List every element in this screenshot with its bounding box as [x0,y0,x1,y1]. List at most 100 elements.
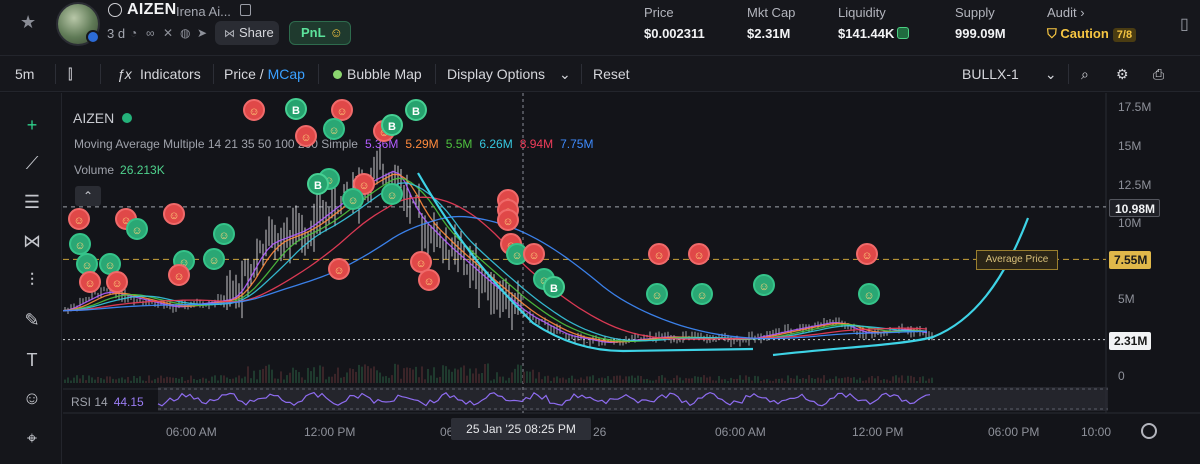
holder-bubble-icon[interactable]: ☺ [69,233,91,255]
price-option[interactable]: Price [224,66,256,82]
volume-bar [79,378,81,383]
sell-bubble-icon[interactable]: ☺ [688,243,710,265]
x-twitter-icon[interactable]: ✕ [163,26,173,40]
volume-bar [547,375,549,383]
telegram-icon[interactable]: ➤ [197,26,207,40]
sell-bubble-icon[interactable]: ☺ [523,243,545,265]
stat-audit[interactable]: Audit › ⛉ Caution 7/8 [1047,5,1137,42]
volume-bar [97,376,99,383]
sell-bubble-icon[interactable]: ☺ [418,269,440,291]
holder-bubble-icon[interactable]: ☺ [753,274,775,296]
sell-bubble-icon[interactable]: ☺ [79,271,101,293]
stat-liquidity-value-row: $141.44K [838,26,910,41]
sell-bubble-icon[interactable]: ☺ [163,203,185,225]
buy-bubble-icon[interactable]: B [285,98,307,120]
crosshair-tool-icon[interactable]: + [20,113,44,137]
volume-bar [757,376,759,383]
volume-bar [157,377,159,383]
holder-bubble-icon[interactable]: ☺ [691,283,713,305]
pnl-button[interactable]: PnL ☺ [289,21,351,45]
volume-bar [202,377,204,383]
holder-bubble-icon[interactable]: ☺ [342,188,364,210]
volume-bar [634,377,636,383]
holder-bubble-icon[interactable]: ☺ [203,248,225,270]
ma-value: 5.5M [445,137,473,151]
buy-bubble-icon[interactable]: B [307,173,329,195]
volume-bar [385,376,387,383]
candle-type-icon[interactable]: ⫿ [68,66,72,83]
volume-bar [433,367,435,383]
holder-bubble-icon[interactable]: ☺ [126,218,148,240]
volume-bar [739,375,741,383]
source-selector[interactable]: BULLX-1 ⌄ [962,66,1057,83]
buy-bubble-icon[interactable]: B [543,276,565,298]
price-chart[interactable]: AIZEN Moving Average Multiple 14 21 35 5… [63,93,1200,464]
volume-bar [514,368,516,383]
sell-bubble-icon[interactable]: ☺ [497,209,519,231]
sell-bubble-icon[interactable]: ☺ [243,99,265,121]
interval-selector[interactable]: 5m [15,66,34,82]
share-button[interactable]: ⋈ Share [215,21,279,45]
volume-bar [352,369,354,383]
sell-bubble-icon[interactable]: ☺ [295,125,317,147]
volume-bar [535,378,537,383]
settings-gear-icon[interactable]: ⚙ [1116,66,1129,83]
bubble-map-button[interactable]: Bubble Map [333,66,422,82]
volume-bar [907,375,909,383]
sell-bubble-icon[interactable]: ☺ [68,208,90,230]
brush-tool-icon[interactable]: ✎ [20,308,44,332]
volume-bar [88,375,90,383]
copy-icon[interactable] [240,4,251,16]
holder-bubble-icon[interactable]: ☺ [381,183,403,205]
link-icon[interactable]: ∞ [146,26,155,40]
text-tool-icon[interactable]: T [20,348,44,372]
sell-bubble-icon[interactable]: ☺ [168,264,190,286]
emoji-tool-icon[interactable]: ☺ [20,386,44,410]
x-tick: 06:00 PM [988,425,1040,439]
holder-bubble-icon[interactable]: ☺ [858,283,880,305]
zoom-search-icon[interactable]: ⌕ [1081,66,1089,83]
buy-bubble-icon[interactable]: B [381,114,403,136]
volume-bar [808,375,810,383]
camera-icon[interactable]: ⎙ [1153,66,1164,83]
indicators-button[interactable]: Indicators [140,66,201,82]
collapse-legend-button[interactable]: ⌃ [75,186,101,206]
sell-bubble-icon[interactable]: ☺ [106,271,128,293]
volume-bar [457,369,459,383]
globe-icon[interactable]: ◍ [180,26,190,40]
more-icon[interactable]: ▯ [1180,14,1189,34]
stat-price: Price $0.002311 [644,5,705,41]
sell-bubble-icon[interactable]: ☺ [648,243,670,265]
volume-bar [505,380,507,383]
sell-bubble-icon[interactable]: ☺ [856,243,878,265]
volume-bar [586,376,588,383]
volume-bar [445,366,447,383]
trendline-tool-icon[interactable]: ⟋ [20,151,44,175]
buy-bubble-icon[interactable]: B [405,99,427,121]
volume-bar [799,379,801,383]
volume-bar [760,380,762,383]
volume-bar [580,377,582,383]
price-mcap-toggle[interactable]: Price / MCap [224,66,305,82]
sell-bubble-icon[interactable]: ☺ [328,258,350,280]
favorite-star-icon[interactable]: ★ [20,12,36,33]
axis-settings-icon[interactable] [1141,423,1157,439]
reset-button[interactable]: Reset [593,66,630,82]
ruler-tool-icon[interactable]: ⌖ [20,426,44,450]
fib-tool-icon[interactable]: ⫶ [20,268,44,292]
high-price-label: 10.98M [1109,199,1161,217]
display-options-button[interactable]: Display Options ⌄ [447,66,571,83]
volume-bar [874,378,876,383]
pattern-tool-icon[interactable]: ⋈ [20,229,44,253]
volume-bar [820,378,822,383]
volume-bar [223,375,225,383]
mcap-option[interactable]: MCap [268,66,305,82]
volume-bar [427,368,429,383]
holder-bubble-icon[interactable]: ☺ [213,223,235,245]
horizontal-lines-tool-icon[interactable]: ☰ [20,190,44,214]
holder-bubble-icon[interactable]: ☺ [646,283,668,305]
volume-bar [655,379,657,383]
toolbar-divider [581,64,582,84]
volume-legend: Volume 26.213K [74,163,165,177]
holder-bubble-icon[interactable]: ☺ [323,118,345,140]
